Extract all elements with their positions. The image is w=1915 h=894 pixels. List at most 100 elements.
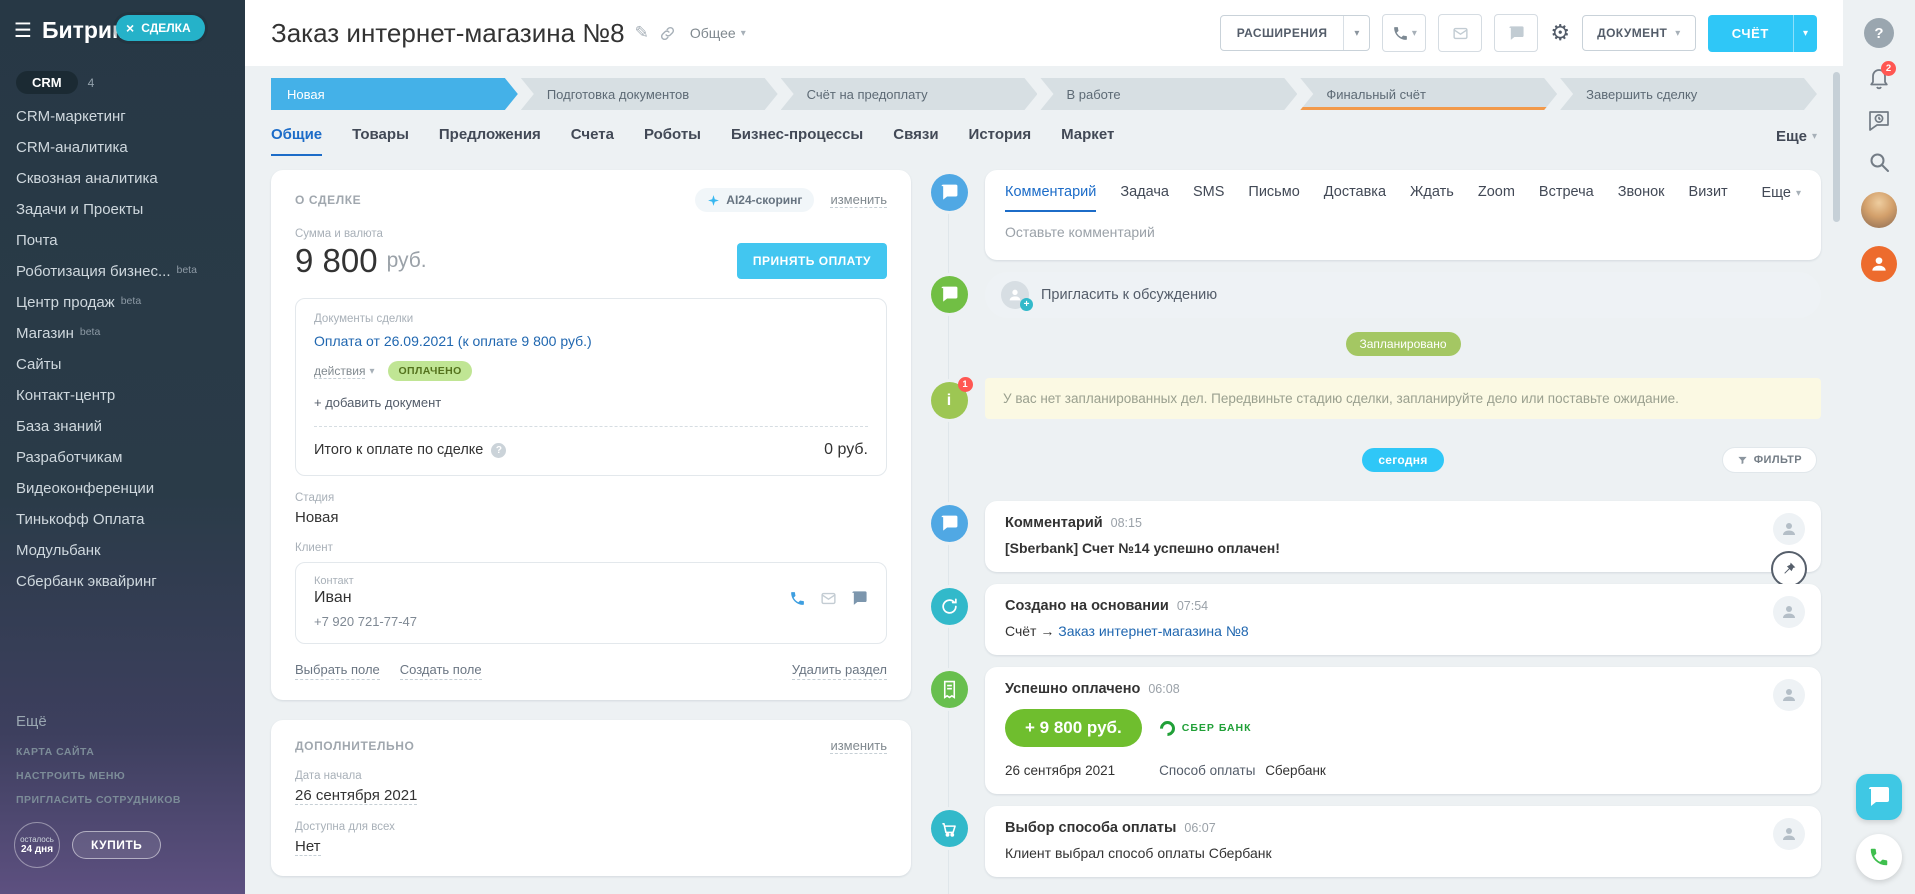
vertical-scrollbar[interactable] — [1833, 72, 1840, 222]
sidebar-item-sberbank-acquiring[interactable]: Сбербанк эквайринг — [0, 566, 245, 597]
entry-card[interactable]: Комментарий 08:15 [Sberbank] Счет №14 ус… — [985, 501, 1821, 572]
contact-chat-icon[interactable] — [851, 590, 868, 607]
document-button[interactable]: ДОКУМЕНТ ▾ — [1582, 15, 1696, 51]
sidebar-item-contact-center[interactable]: Контакт-центр — [0, 380, 245, 411]
stage-document-preparation[interactable]: Подготовка документов — [521, 78, 778, 110]
timeline-tab-call[interactable]: Звонок — [1618, 184, 1665, 212]
tab-robots[interactable]: Роботы — [644, 126, 701, 156]
sidebar-item-knowledge-base[interactable]: База знаний — [0, 411, 245, 442]
stage-field-value[interactable]: Новая — [295, 509, 887, 526]
sitemap-link[interactable]: КАРТА САЙТА — [0, 740, 245, 764]
edit-about-link[interactable]: изменить — [830, 192, 887, 209]
contact-call-icon[interactable] — [789, 590, 806, 607]
sidebar-item-developers[interactable]: Разработчикам — [0, 442, 245, 473]
tab-dependencies[interactable]: Связи — [893, 126, 938, 156]
search-icon[interactable] — [1867, 150, 1891, 174]
sidebar-item-crm[interactable]: CRM 4 — [0, 66, 245, 101]
timeline-tab-task[interactable]: Задача — [1120, 184, 1169, 212]
payment-document-link[interactable]: Оплата от 26.09.2021 (к оплате 9 800 руб… — [314, 333, 592, 349]
timeline-tab-comment[interactable]: Комментарий — [1005, 184, 1096, 212]
timeline-tabs-more[interactable]: Еще ▾ — [1761, 184, 1801, 212]
extensions-button[interactable]: РАСШИРЕНИЯ ▾ — [1220, 15, 1371, 51]
timeline-tab-email[interactable]: Письмо — [1248, 184, 1299, 212]
document-actions-dropdown[interactable]: действия ▾ — [314, 364, 374, 379]
stage-final-invoice[interactable]: Финальный счёт — [1300, 78, 1557, 110]
sidebar-item-end-to-end-analytics[interactable]: Сквозная аналитика — [0, 163, 245, 194]
tab-products[interactable]: Товары — [352, 126, 409, 156]
contact-name[interactable]: Иван — [314, 589, 352, 607]
access-value[interactable]: Нет — [295, 838, 321, 856]
tabs-more-button[interactable]: Еще ▾ — [1776, 128, 1817, 156]
sidebar-item-store[interactable]: Магазинbeta — [0, 318, 245, 349]
telephony-widget-button[interactable] — [1856, 834, 1902, 880]
author-avatar[interactable] — [1773, 818, 1805, 850]
select-field-link[interactable]: Выбрать поле — [295, 662, 380, 680]
contact-avatar[interactable] — [1861, 246, 1897, 282]
timeline-tab-visit[interactable]: Визит — [1689, 184, 1728, 212]
author-avatar[interactable] — [1773, 679, 1805, 711]
timeline-tab-sms[interactable]: SMS — [1193, 184, 1224, 212]
configure-menu-link[interactable]: НАСТРОИТЬ МЕНЮ — [0, 764, 245, 788]
tab-quotes[interactable]: Предложения — [439, 126, 541, 156]
planned-badge[interactable]: Запланировано — [1346, 332, 1461, 356]
comment-input[interactable]: Оставьте комментарий — [985, 212, 1821, 260]
stage-close-deal[interactable]: Завершить сделку — [1560, 78, 1817, 110]
start-date-value[interactable]: 26 сентября 2021 — [295, 787, 417, 805]
sidebar-item-rpa[interactable]: Роботизация бизнес...beta — [0, 256, 245, 287]
sidebar-item-crm-analytics[interactable]: CRM-аналитика — [0, 132, 245, 163]
deal-amount-value[interactable]: 9 800 — [295, 242, 378, 280]
sidebar-item-video-conferencing[interactable]: Видеоконференции — [0, 473, 245, 504]
add-document-link[interactable]: + добавить документ — [314, 395, 441, 410]
notifications-bell-icon[interactable]: 2 — [1867, 66, 1891, 90]
tab-market[interactable]: Маркет — [1061, 126, 1114, 156]
sidebar-item-sites[interactable]: Сайты — [0, 349, 245, 380]
help-tooltip-icon[interactable]: ? — [491, 443, 506, 458]
sidebar-item-tasks-projects[interactable]: Задачи и Проекты — [0, 194, 245, 225]
contact-email-icon[interactable] — [820, 590, 837, 607]
tab-general[interactable]: Общие — [271, 126, 322, 156]
tab-history[interactable]: История — [969, 126, 1032, 156]
sidebar-item-tinkoff-payment[interactable]: Тинькофф Оплата — [0, 504, 245, 535]
timeline-tab-wait[interactable]: Ждать — [1410, 184, 1454, 212]
filter-button[interactable]: ФИЛЬТР — [1722, 447, 1817, 473]
chevron-down-icon[interactable]: ▾ — [1793, 15, 1817, 52]
sidebar-item-more[interactable]: Ещё — [0, 703, 245, 740]
call-button[interactable]: ▾ — [1382, 14, 1426, 52]
source-deal-link[interactable]: Заказ интернет-магазина №8 — [1058, 623, 1248, 639]
deal-slider-badge[interactable]: × СДЕЛКА — [116, 15, 205, 41]
timeline-tab-zoom[interactable]: Zoom — [1478, 184, 1515, 212]
pin-button[interactable] — [1771, 551, 1807, 587]
close-icon[interactable]: × — [126, 21, 134, 35]
invite-to-discussion-button[interactable]: + Пригласить к обсуждению — [985, 272, 1821, 318]
view-tab-general[interactable]: Общее ▾ — [690, 25, 746, 41]
delete-section-link[interactable]: Удалить раздел — [792, 662, 887, 680]
chevron-down-icon[interactable]: ▾ — [1343, 16, 1369, 50]
copy-link-icon[interactable] — [659, 25, 676, 42]
chat-button[interactable] — [1494, 14, 1538, 52]
trial-countdown[interactable]: осталось 24 дня — [14, 822, 60, 868]
help-button[interactable]: ? — [1864, 18, 1894, 48]
sidebar-item-crm-marketing[interactable]: CRM-маркетинг — [0, 101, 245, 132]
edit-additional-link[interactable]: изменить — [830, 738, 887, 755]
accept-payment-button[interactable]: ПРИНЯТЬ ОПЛАТУ — [737, 243, 887, 279]
create-field-link[interactable]: Создать поле — [400, 662, 482, 680]
tab-business-processes[interactable]: Бизнес-процессы — [731, 126, 863, 156]
stage-new[interactable]: Новая — [271, 78, 518, 110]
settings-gear-icon[interactable]: ⚙ — [1550, 22, 1570, 44]
tab-invoices[interactable]: Счета — [571, 126, 614, 156]
email-button[interactable] — [1438, 14, 1482, 52]
entry-card[interactable]: Создано на основании 07:54 Счёт → Заказ … — [985, 584, 1821, 655]
sidebar-item-modulbank[interactable]: Модульбанк — [0, 535, 245, 566]
ai-scoring-badge[interactable]: AI24-скоринг — [695, 188, 814, 212]
stage-in-progress[interactable]: В работе — [1040, 78, 1297, 110]
edit-title-icon[interactable]: ✎ — [635, 23, 649, 43]
stage-prepayment-invoice[interactable]: Счёт на предоплату — [781, 78, 1038, 110]
sidebar-item-mail[interactable]: Почта — [0, 225, 245, 256]
author-avatar[interactable] — [1773, 596, 1805, 628]
activity-stream-icon[interactable] — [1867, 108, 1891, 132]
buy-button[interactable]: КУПИТЬ — [72, 831, 161, 859]
timeline-tab-meeting[interactable]: Встреча — [1539, 184, 1594, 212]
author-avatar[interactable] — [1773, 513, 1805, 545]
contact-phone-number[interactable]: +7 920 721-77-47 — [314, 614, 868, 629]
invite-employees-link[interactable]: ПРИГЛАСИТЬ СОТРУДНИКОВ — [0, 788, 245, 812]
